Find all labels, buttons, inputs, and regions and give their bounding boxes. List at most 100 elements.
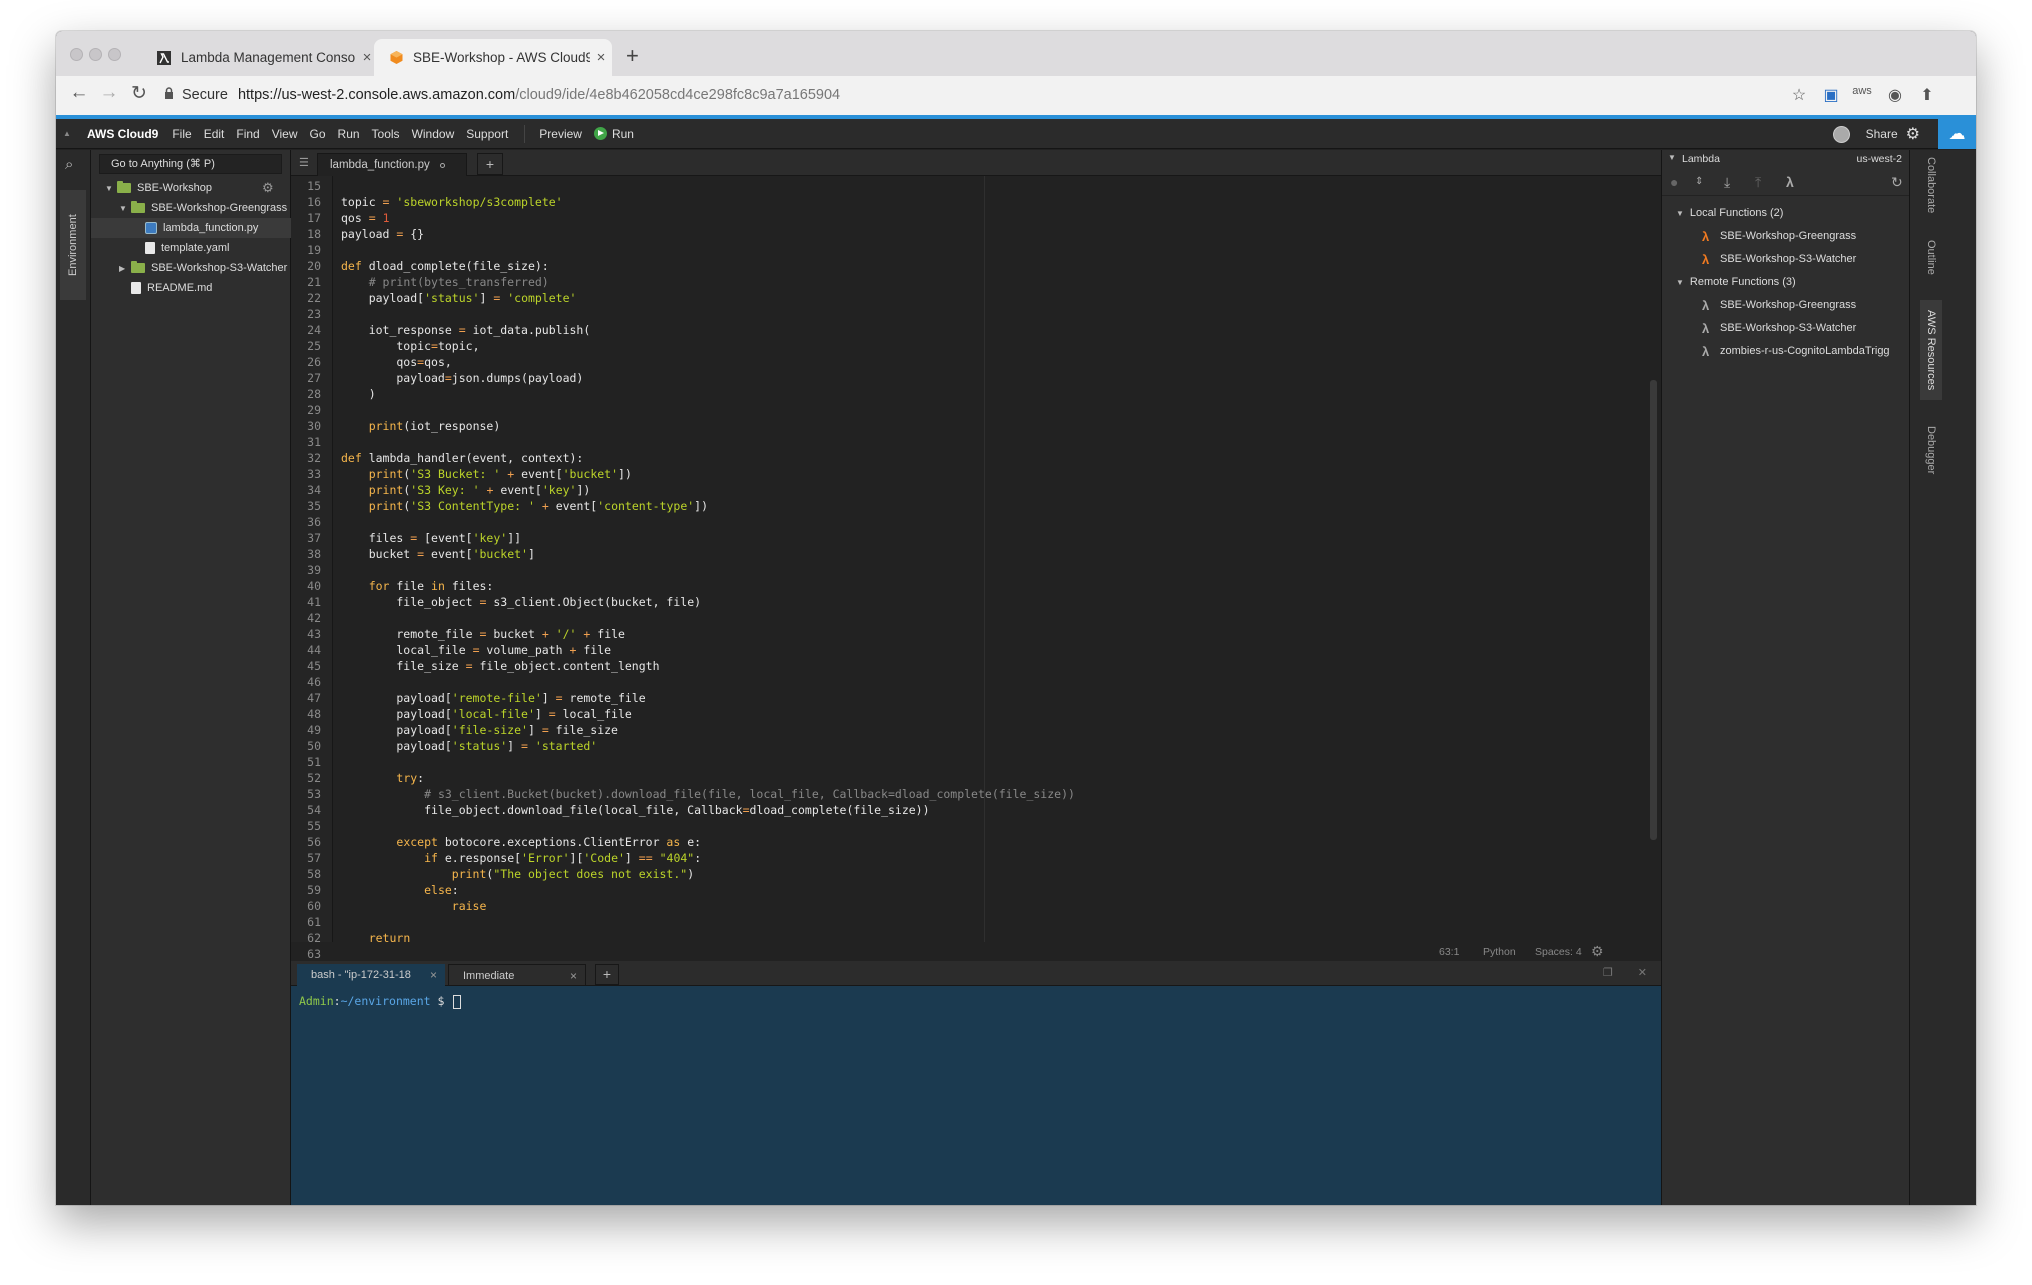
tree-item[interactable]: ▼ SBE-Workshop-Greengrass [91,198,291,218]
close-tab-icon[interactable]: × [590,49,612,66]
import-function-icon[interactable]: ⤓ [1724,174,1730,191]
remote-function-item[interactable]: λ SBE-Workshop-S3-Watcher [1662,317,1910,339]
new-editor-tab-button[interactable]: + [477,153,503,175]
code-line[interactable]: local_file = volume_path + file [341,643,611,657]
code-line[interactable]: file_size = file_object.content_length [341,659,659,673]
extension-icon[interactable]: ▣ [1820,85,1842,105]
code-line[interactable]: for file in files: [341,579,494,593]
tab-menu-icon[interactable]: ☰ [299,156,309,169]
tree-item[interactable]: ▼ SBE-Workshop [91,178,291,198]
reload-icon[interactable]: ↻ [126,82,152,105]
preferences-gear-icon[interactable]: ⚙ [1906,124,1920,144]
back-arrow-icon[interactable]: ← [66,82,92,104]
remote-function-item[interactable]: λ SBE-Workshop-Greengrass [1662,294,1910,316]
close-panel-icon[interactable]: ✕ [1638,967,1647,979]
code-line[interactable]: print('S3 ContentType: ' + event['conten… [341,499,708,513]
avatar[interactable] [1832,125,1850,143]
menu-window[interactable]: Window [412,127,455,141]
preview-button[interactable]: Preview [539,127,582,141]
editor-tab-lambda-function[interactable]: lambda_function.py [317,153,467,176]
code-line[interactable]: else: [341,883,459,897]
expanded-triangle-icon[interactable]: ▼ [119,204,131,213]
language-mode[interactable]: Python [1483,946,1516,958]
code-line[interactable]: iot_response = iot_data.publish( [341,323,591,337]
code-line[interactable]: try: [341,771,424,785]
menu-tools[interactable]: Tools [372,127,400,141]
collapsed-triangle-icon[interactable]: ▶ [119,264,131,273]
new-terminal-tab-button[interactable]: + [595,964,619,985]
code-line[interactable]: qos=qos, [341,355,451,369]
deploy-function-icon[interactable]: ⤒ [1755,174,1761,191]
code-line[interactable]: payload['status'] = 'complete' [341,291,577,305]
environment-tab[interactable]: Environment [60,190,86,300]
editor-scrollbar[interactable] [1650,380,1657,840]
minimize-window-button[interactable] [89,48,102,61]
code-line[interactable]: payload['remote-file'] = remote_file [341,691,645,705]
code-line[interactable]: payload = {} [341,227,424,241]
menu-support[interactable]: Support [466,127,508,141]
code-line[interactable]: if e.response['Error']['Code'] == "404": [341,851,701,865]
sort-icon[interactable]: ⇕ [1695,176,1703,187]
code-line[interactable]: payload['local-file'] = local_file [341,707,631,721]
close-tab-icon[interactable]: × [430,968,437,982]
code-line[interactable]: file_object = s3_client.Object(bucket, f… [341,595,701,609]
cloud9-home-icon[interactable]: ☁ [1938,119,1976,149]
go-to-anything-input[interactable]: Go to Anything (⌘ P) [99,154,282,174]
code-line[interactable]: qos = 1 [341,211,390,225]
code-line[interactable]: print("The object does not exist.") [341,867,694,881]
code-line[interactable]: print('S3 Key: ' + event['key']) [341,483,591,497]
close-window-button[interactable] [70,48,83,61]
search-icon[interactable]: ⌕ [65,156,73,173]
code-line[interactable]: except botocore.exceptions.ClientError a… [341,835,701,849]
bookmark-star-icon[interactable]: ☆ [1788,85,1810,105]
cursor-position[interactable]: 63:1 [1439,946,1459,958]
local-function-item[interactable]: λ SBE-Workshop-Greengrass [1662,225,1910,247]
menu-find[interactable]: Find [236,127,259,141]
collapse-menu-icon[interactable]: ▲ [63,129,71,138]
remote-function-item[interactable]: λ zombies-r-us-CognitoLambdaTrigg [1662,340,1910,362]
tab-aws-resources[interactable]: AWS Resources [1920,300,1942,400]
browser-tab-lambda[interactable]: Lambda Management Console × [142,39,378,76]
code-line[interactable]: topic = 'sbeworkshop/s3complete' [341,195,563,209]
profile-icon[interactable]: ◉ [1884,85,1906,105]
menu-edit[interactable]: Edit [204,127,225,141]
aws-cloud9-menu[interactable]: AWS Cloud9 [87,127,158,141]
menu-run[interactable]: Run [338,127,360,141]
run-function-icon[interactable]: ● [1670,174,1678,190]
code-line[interactable]: ) [341,387,376,401]
code-line[interactable]: raise [341,899,487,913]
code-line[interactable]: files = [event['key']] [341,531,521,545]
expanded-triangle-icon[interactable]: ▼ [1676,209,1684,218]
tree-item[interactable]: template.yaml [91,238,291,258]
expanded-triangle-icon[interactable]: ▼ [105,184,117,193]
indent-setting[interactable]: Spaces: 4 [1535,946,1582,958]
local-function-item[interactable]: λ SBE-Workshop-S3-Watcher [1662,248,1910,270]
code-line[interactable]: remote_file = bucket + '/' + file [341,627,625,641]
tab-collaborate[interactable]: Collaborate [1920,156,1942,214]
new-tab-button[interactable]: + [626,44,639,68]
maximize-panel-icon[interactable]: ❐ [1603,967,1613,979]
share-button[interactable]: Share [1866,127,1898,141]
tree-item[interactable]: lambda_function.py [91,218,291,238]
menu-view[interactable]: View [272,127,298,141]
code-line[interactable]: # s3_client.Bucket(bucket).download_file… [341,787,1075,801]
code-line[interactable]: bucket = event['bucket'] [341,547,535,561]
editor-settings-gear-icon[interactable]: ⚙ [1591,943,1604,960]
code-line[interactable]: topic=topic, [341,339,479,353]
code-line[interactable]: file_object.download_file(local_file, Ca… [341,803,929,817]
refresh-icon[interactable]: ↻ [1891,174,1903,191]
unsaved-dot-icon[interactable] [439,162,445,168]
update-icon[interactable]: ⬆ [1916,85,1938,105]
local-functions-header[interactable]: ▼ Local Functions (2) [1662,202,1910,224]
code-line[interactable]: print('S3 Bucket: ' + event['bucket']) [341,467,632,481]
remote-functions-header[interactable]: ▼ Remote Functions (3) [1662,271,1910,293]
amazon-extension-icon[interactable]: aws [1851,85,1873,97]
browser-tab-cloud9[interactable]: SBE-Workshop - AWS Cloud9 × [374,39,612,76]
tree-item[interactable]: README.md [91,278,291,298]
expanded-triangle-icon[interactable]: ▼ [1676,278,1684,287]
menu-file[interactable]: File [172,127,191,141]
terminal-prompt[interactable]: Admin:~/environment $ [299,994,462,1009]
code-line[interactable]: def lambda_handler(event, context): [341,451,583,465]
terminal-tab-bash[interactable]: bash - "ip-172-31-18 × [297,964,445,986]
code-line[interactable]: payload['file-size'] = file_size [341,723,618,737]
